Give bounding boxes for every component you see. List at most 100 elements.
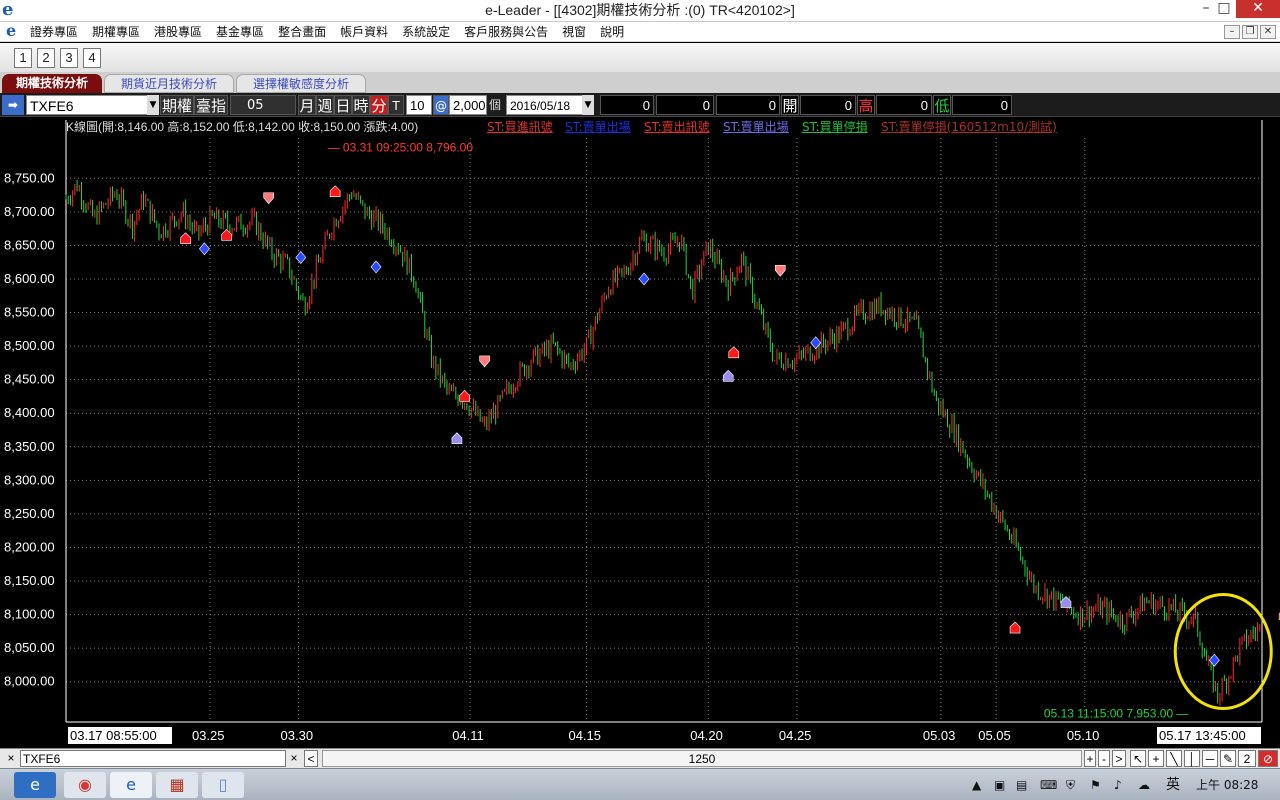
tray-network-icon[interactable]: ▤ [1016,775,1027,795]
bottom-symbol-field[interactable]: TXFE6 [20,750,286,767]
y-tick-label: 8,350.00 [4,439,55,454]
mode-taiex-button[interactable]: 臺指 [194,95,228,115]
minimize-button[interactable]: – [1196,0,1216,18]
date-dropdown-icon[interactable]: ▼ [582,95,594,115]
scroll-track[interactable]: 1250 [322,750,1082,767]
menu-item-8[interactable]: 視窗 [562,23,586,41]
period-tick-button[interactable]: T [388,95,404,115]
calendar-icon[interactable]: ▦ [156,772,198,798]
interval-input[interactable]: 10 [406,95,432,115]
tray-volume-icon[interactable]: ♪ [1114,775,1122,795]
eleader-icon[interactable]: e [110,772,152,798]
menu-item-1[interactable]: 期權專區 [92,23,140,41]
mdi-close-button[interactable]: ✕ [1260,25,1276,39]
go-arrow-icon[interactable]: ➡ [2,95,24,115]
period-minute-button[interactable]: 分 [370,95,388,115]
chart-toolbar: ➡ TXFE6 ▼ 期權 臺指 05 月 週 日 時 分 T 10 @ 2,00… [0,93,1280,117]
menu-item-2[interactable]: 港股專區 [154,23,202,41]
legend-sell-stop[interactable]: ST:賣單停損(160512m10/測試) [881,119,1057,135]
low-annotation: 05.13 11:15:00 7,953.00 — [1044,706,1189,720]
tray-monitor-icon[interactable]: ▣ [994,775,1005,795]
high-annotation: — 03.31 09:25:00 8,796.00 [328,140,474,154]
tab-bar: 期權技術分析 期貨近月技術分析 選擇權敏感度分析 [0,72,1280,93]
kline-chart[interactable]: 8,000.00 8,050.00 8,100.00 8,150.00 8,200.00… [0,118,1280,748]
legend-sell-exit-2[interactable]: ST:賣單出場 [723,119,789,135]
chart-area[interactable]: 8,000.00 8,050.00 8,100.00 8,150.00 8,200.00… [0,118,1280,748]
app-window: e e-Leader - [[4302]期權技術分析 :(0) TR<42010… [0,0,1280,800]
hline-tool-icon[interactable]: ─ [1202,750,1218,767]
symbol-dropdown-icon[interactable]: ▼ [147,95,159,115]
menu-item-5[interactable]: 帳戶資料 [340,23,388,41]
menu-logo-icon[interactable]: e [6,22,16,40]
period-hour-button[interactable]: 時 [352,95,370,115]
tray-keyboard-icon[interactable]: ⌨ [1040,775,1057,795]
legend-sell-exit[interactable]: ST:賣單出場 [565,119,631,135]
zoom-in-button[interactable]: + [1084,750,1096,767]
pen-tool-icon[interactable]: ✎ [1220,750,1236,767]
workspace-button-3[interactable]: 3 [60,48,78,68]
start-ie-icon[interactable]: e [14,772,56,798]
bars-count-label: 1250 [688,752,716,766]
month-select[interactable]: 05 [230,95,296,115]
mdi-minimize-button[interactable]: – [1224,25,1240,39]
mdi-restore-button[interactable]: ❐ [1242,25,1258,39]
chrome-icon[interactable]: ◉ [64,772,106,798]
legend-buy-signal[interactable]: ST:買進訊號 [487,119,553,135]
signal-marker [459,390,470,402]
y-tick-label: 8,400.00 [4,405,55,420]
signal-marker [329,185,341,198]
signal-marker [451,432,463,445]
menu-item-7[interactable]: 客戶服務與公告 [464,23,548,41]
close-symbol-button[interactable]: × [4,750,18,767]
scroll-right-button[interactable]: > [1112,750,1126,767]
period-day-button[interactable]: 日 [334,95,352,115]
x-tick-label: 05.10 [1067,728,1100,743]
high-value: 0 [876,95,932,115]
tray-shield-icon[interactable]: ⛨ [1066,775,1075,795]
tray-ime-icon[interactable]: ☁ [1138,775,1150,795]
delete-tool-icon[interactable]: ⊘ [1258,750,1278,767]
y-tick-label: 8,000.00 [4,674,55,689]
trendline-tool-icon[interactable]: ╲ [1166,750,1182,767]
date-input[interactable]: 2016/05/18 [506,95,586,115]
close-field-button[interactable]: × [288,750,300,767]
maximize-button[interactable]: □ [1214,0,1234,18]
menu-item-9[interactable]: 說明 [600,23,624,41]
menu-item-0[interactable]: 證券專區 [30,23,78,41]
crosshair-tool-icon[interactable]: + [1148,750,1164,767]
vline-tool-icon[interactable]: │ [1184,750,1200,767]
legend-sell-signal[interactable]: ST:賣出訊號 [644,119,710,135]
clock[interactable]: 上午 08:28 [1196,775,1258,795]
ime-indicator[interactable]: 英 [1166,775,1180,795]
mode-options-button[interactable]: 期權 [160,95,194,115]
y-tick-label: 8,750.00 [4,170,55,185]
scroll-left-button[interactable]: < [304,750,318,767]
tray-arrow-icon[interactable]: ▲ [972,775,981,795]
tab-options-technical[interactable]: 期權技術分析 [2,74,102,93]
period-week-button[interactable]: 週 [316,95,334,115]
x-tick-label: 04.11 [452,728,484,743]
open-value: 0 [800,95,856,115]
notepad-icon[interactable]: ▯ [202,772,244,798]
x-tick-label: 04.15 [568,728,601,743]
menu-item-3[interactable]: 基金專區 [216,23,264,41]
tab-futures-technical[interactable]: 期貨近月技術分析 [104,74,234,93]
x-start-label: 03.17 08:55:00 [70,728,157,743]
workspace-button-1[interactable]: 1 [14,48,32,68]
menu-item-6[interactable]: 系統設定 [402,23,450,41]
workspace-button-2[interactable]: 2 [37,48,55,68]
highlight-circle [1173,593,1273,711]
workspace-button-4[interactable]: 4 [83,48,101,68]
period-month-button[interactable]: 月 [298,95,316,115]
zoom-out-button[interactable]: - [1098,750,1110,767]
menu-item-4[interactable]: 整合畫面 [278,23,326,41]
tray-flag-icon[interactable]: ⚑ [1090,775,1101,795]
multi-tool-icon[interactable]: 2 [1238,750,1256,767]
tab-option-sensitivity[interactable]: 選擇權敏感度分析 [236,74,366,93]
close-button[interactable]: ✕ [1236,0,1280,18]
workspace-bar: 1 2 3 4 [0,43,1280,72]
count-input[interactable]: 2,000 [449,95,487,115]
pointer-tool-icon[interactable]: ↖ [1130,750,1146,767]
legend-buy-stop[interactable]: ST:買單停損 [802,119,868,135]
symbol-input[interactable]: TXFE6 [26,95,148,115]
